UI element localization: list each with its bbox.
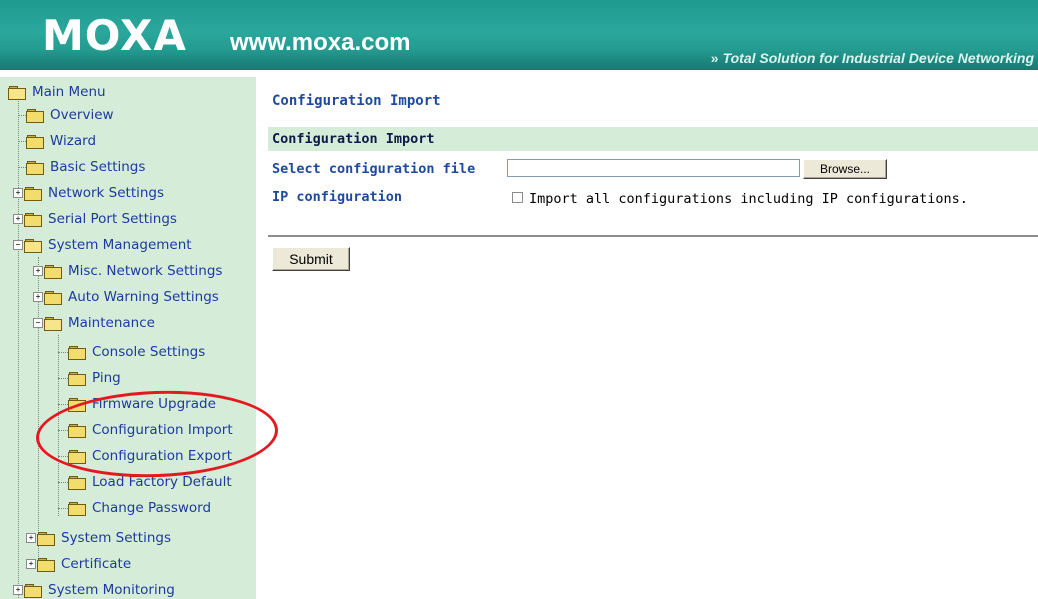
sidebar-item-network-settings[interactable]: + Network Settings [13,180,164,206]
expand-icon[interactable]: + [13,188,23,198]
folder-icon [24,583,42,598]
folder-icon [68,449,86,464]
tree-line [18,97,19,599]
folder-icon [68,475,86,490]
tree-label: Load Factory Default [92,474,232,490]
tree-label: Serial Port Settings [48,211,177,227]
sidebar-item-ping[interactable]: Ping [68,365,121,391]
submit-button[interactable]: Submit [272,247,350,271]
collapse-icon[interactable]: − [33,318,43,328]
folder-icon [68,345,86,360]
tree-label: System Settings [61,530,172,546]
folder-icon [26,134,44,149]
folder-icon [24,212,42,227]
sidebar-item-maintenance[interactable]: − Maintenance [33,310,155,336]
moxa-logo: MOXA [42,11,187,60]
folder-icon [44,264,62,279]
tagline-chevron-icon: » [710,50,719,66]
sidebar-tree: Main Menu Overview Wizard Basic Settings… [0,77,256,599]
tree-label: Change Password [92,500,212,516]
sidebar-item-system-monitoring[interactable]: + System Monitoring [13,577,175,599]
folder-icon [37,531,55,546]
tree-label: System Monitoring [48,582,175,598]
folder-open-icon [24,238,42,253]
tree-label: Overview [50,107,114,123]
tree-label: Auto Warning Settings [68,289,219,305]
config-file-input[interactable] [507,159,800,177]
main-content: Configuration Import Configuration Impor… [256,77,1038,599]
sidebar-item-console-settings[interactable]: Console Settings [68,339,205,365]
tree-line [58,404,68,405]
section-title: Configuration Import [272,131,435,147]
ip-config-checkbox-label[interactable]: Import all configurations including IP c… [529,191,968,207]
tree-label: Configuration Import [92,422,233,438]
expand-icon[interactable]: + [26,559,36,569]
tree-line [58,508,68,509]
sidebar-item-certificate[interactable]: + Certificate [26,551,131,577]
tree-label: Ping [92,370,121,386]
tree-label: Network Settings [48,185,165,201]
tree-label: Wizard [50,133,97,149]
folder-open-icon [44,316,62,331]
folder-open-icon [8,85,26,100]
folder-icon [24,186,42,201]
sidebar-item-system-management[interactable]: − System Management [13,232,192,258]
folder-icon [44,290,62,305]
divider [268,235,1038,237]
tree-label: Console Settings [92,344,206,360]
tree-line [58,352,68,353]
folder-icon [68,371,86,386]
sidebar-item-load-factory-default[interactable]: Load Factory Default [68,469,232,495]
site-url[interactable]: www.moxa.com [230,30,411,56]
sidebar-item-change-password[interactable]: Change Password [68,495,211,521]
tree-line [58,430,68,431]
tree-label: Configuration Export [92,448,233,464]
folder-icon [37,557,55,572]
section-header: Configuration Import [268,127,1038,151]
tree-line [58,482,68,483]
tree-line [58,456,68,457]
sidebar-item-serial-port-settings[interactable]: + Serial Port Settings [13,206,177,232]
expand-icon[interactable]: + [33,292,43,302]
tree-label: Basic Settings [50,159,146,175]
ip-config-checkbox[interactable] [512,192,523,203]
tagline-text: Total Solution for Industrial Device Net… [722,50,1034,66]
tree-line [58,335,59,516]
ip-config-label: IP configuration [272,189,403,205]
sidebar-item-system-settings[interactable]: + System Settings [26,525,171,551]
expand-icon[interactable]: + [13,585,23,595]
tree-line [58,378,68,379]
expand-icon[interactable]: + [13,214,23,224]
page-title: Configuration Import [272,93,441,109]
tagline: » Total Solution for Industrial Device Ne… [711,50,1034,66]
folder-icon [26,160,44,175]
collapse-icon[interactable]: − [13,240,23,250]
browse-button[interactable]: Browse... [803,159,887,179]
tree-label: Certificate [61,556,132,572]
sidebar-item-misc-network-settings[interactable]: + Misc. Network Settings [33,258,222,284]
folder-icon [68,501,86,516]
tree-label: Main Menu [32,84,106,100]
header-banner: MOXA www.moxa.com » Total Solution for In… [0,0,1038,77]
tree-label: Firmware Upgrade [92,396,216,412]
sidebar-item-configuration-import[interactable]: Configuration Import [68,417,233,443]
tree-label: System Management [48,237,192,253]
sidebar-item-configuration-export[interactable]: Configuration Export [68,443,232,469]
sidebar-item-firmware-upgrade[interactable]: Firmware Upgrade [68,391,216,417]
sidebar-item-basic-settings[interactable]: Basic Settings [26,154,145,180]
sidebar-item-wizard[interactable]: Wizard [26,128,96,154]
tree-label: Maintenance [68,315,155,331]
folder-icon [26,108,44,123]
sidebar-item-overview[interactable]: Overview [26,102,114,128]
folder-icon [68,397,86,412]
expand-icon[interactable]: + [26,533,36,543]
file-field-label: Select configuration file [272,161,476,177]
expand-icon[interactable]: + [33,266,43,276]
sidebar-item-auto-warning-settings[interactable]: + Auto Warning Settings [33,284,219,310]
folder-icon [68,423,86,438]
tree-label: Misc. Network Settings [68,263,223,279]
